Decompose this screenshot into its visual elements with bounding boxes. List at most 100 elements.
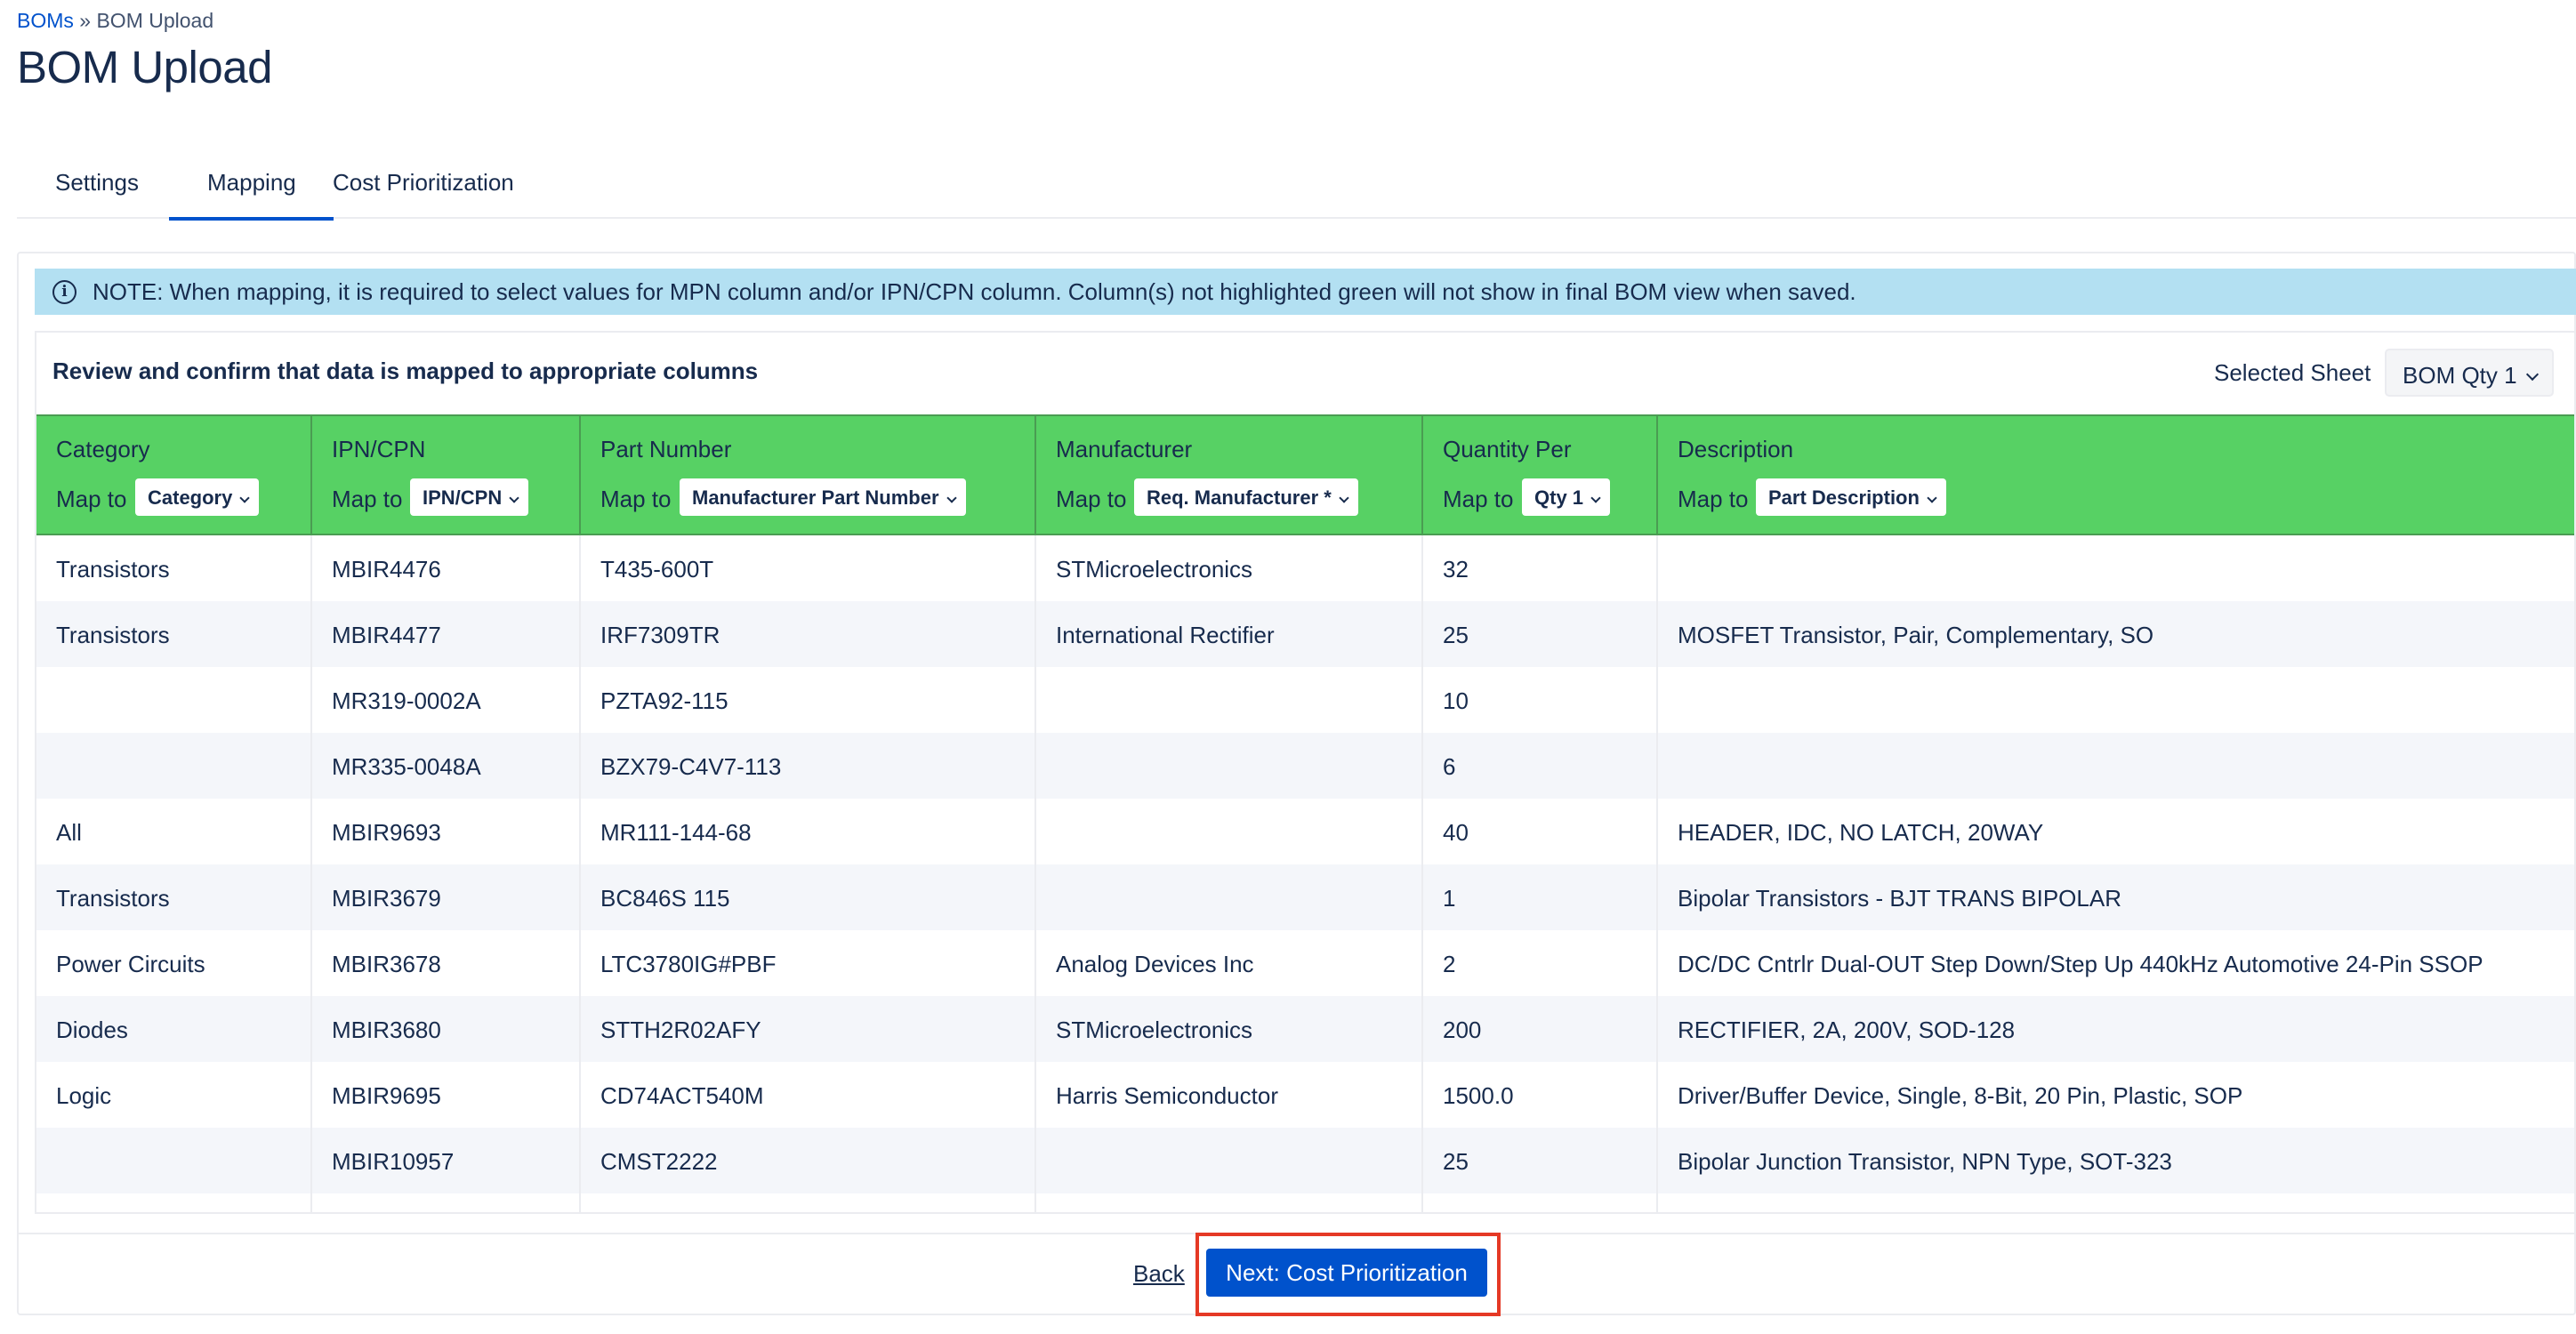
tab-settings[interactable]: Settings [17,149,176,219]
column-name: IPN/CPN [332,436,426,462]
map-to-label: Map to [1678,486,1749,512]
cell-description: DC/DC Cntrlr Dual-OUT Step Down/Step Up … [1678,951,2483,977]
back-link[interactable]: Back [1133,1260,1185,1288]
table-row: MR319-0002A PZTA92-115 10 [36,667,2574,733]
cell-part-number: CD74ACT540M [581,1062,1036,1128]
cell-category [36,667,312,733]
cell-category: All [36,799,312,864]
map-to-value: Category [148,486,233,509]
map-to-dropdown-description[interactable]: Part Description [1756,478,1946,516]
cell-category: Transistors [36,601,312,667]
cell-ipn-cpn: MR335-0048A [312,733,581,799]
map-to-dropdown-category[interactable]: Category [135,478,260,516]
breadcrumb-separator: » [79,9,92,32]
cell-manufacturer: Harris Semiconductor [1036,1062,1423,1128]
cell-category [36,1193,312,1212]
column-header-ipn-cpn: IPN/CPN Map to IPN/CPN [312,416,581,534]
map-to-label: Map to [1056,486,1127,512]
cell-category: Power Circuits [36,930,312,996]
next-cost-prioritization-button[interactable]: Next: Cost Prioritization [1206,1249,1487,1297]
cell-quantity-per: 25 [1423,601,1658,667]
cell-description: Bipolar Junction Transistor, NPN Type, S… [1678,1148,2172,1175]
cell-quantity-per: 200 [1423,996,1658,1062]
tab-bar: Settings Mapping Cost Prioritization [17,149,2576,221]
cell-description: MOSFET Transistor, Pair, Complementary, … [1678,622,2154,648]
cell-ipn-cpn: MBIR4477 [312,601,581,667]
cell-description [1658,667,2574,733]
map-to-label: Map to [56,486,127,512]
cell-quantity-per: 1 [1423,864,1658,930]
column-name: Category [56,436,150,462]
table-row: Transistors MBIR3679 BC846S 115 1 Bipolar Tr… [36,864,2574,930]
cell-quantity-per: 25 [1423,1128,1658,1193]
map-to-dropdown-ipn-cpn[interactable]: IPN/CPN [410,478,529,516]
map-to-dropdown-quantity-per[interactable]: Qty 1 [1522,478,1611,516]
cell-ipn-cpn: MBIR3680 [312,996,581,1062]
breadcrumb-link-boms[interactable]: BOMs [17,9,74,32]
table-row: Diodes MBIR3680 STTH2R02AFY STMicroelectron… [36,996,2574,1062]
breadcrumb-current: BOM Upload [96,9,214,32]
cell-quantity-per: 1500.0 [1423,1062,1658,1128]
cell-description [1658,535,2574,601]
selected-sheet-value: BOM Qty 1 [2403,362,2517,389]
table-row: Logic MBIR9695 CD74ACT540M Harris Semicondu… [36,1062,2574,1128]
note-banner: i NOTE: When mapping, it is required to … [35,269,2576,315]
cell-manufacturer [1036,667,1423,733]
mapping-table-container: Review and confirm that data is mapped t… [35,331,2576,1214]
column-name: Manufacturer [1056,436,1193,462]
note-text: NOTE: When mapping, it is required to se… [93,277,1856,305]
cell-ipn-cpn: MBIR3679 [312,864,581,930]
cell-description [1658,1193,2574,1212]
cell-manufacturer [1036,1193,1423,1212]
cell-quantity-per [1423,1193,1658,1212]
map-to-value: Part Description [1768,486,1920,509]
cell-part-number: LTC3780IG#PBF [581,930,1036,996]
table-header: Category Map to Category IPN/CPN Map to … [36,414,2574,535]
cell-manufacturer: International Rectifier [1036,601,1423,667]
table-row: Power Circuits MBIR3678 LTC3780IG#PBF Analo… [36,930,2574,996]
cell-description: HEADER, IDC, NO LATCH, 20WAY [1678,819,2044,846]
map-to-value: Req. Manufacturer * [1147,486,1332,509]
column-header-description: Description Map to Part Description [1658,416,2574,534]
map-to-dropdown-manufacturer[interactable]: Req. Manufacturer * [1134,478,1358,516]
map-to-value: IPN/CPN [423,486,503,509]
table-row: MBIR10957 CMST2222 25 Bipolar Junction Tran… [36,1128,2574,1193]
column-name: Description [1678,436,1794,462]
map-to-value: Manufacturer Part Number [692,486,939,509]
cell-part-number: BC846S 115 [581,864,1036,930]
cell-description: Driver/Buffer Device, Single, 8-Bit, 20 … [1678,1082,2243,1109]
review-heading: Review and confirm that data is mapped t… [52,358,759,384]
cell-part-number: MR111-144-68 [581,799,1036,864]
cell-ipn-cpn: MBIR3678 [312,930,581,996]
page-title: BOM Upload [17,42,272,92]
chevron-down-icon [1927,493,1937,503]
map-to-dropdown-part-number[interactable]: Manufacturer Part Number [680,478,966,516]
table-row: All MBIR9693 MR111-144-68 40 HEADER, IDC, NO… [36,799,2574,864]
table-row-partial [36,1193,2574,1212]
cell-description: RECTIFIER, 2A, 200V, SOD-128 [1678,1017,2016,1043]
column-header-part-number: Part Number Map to Manufacturer Part Num… [581,416,1036,534]
table-row: Transistors MBIR4477 IRF7309TR Internationa… [36,601,2574,667]
cell-manufacturer [1036,799,1423,864]
chevron-down-icon [946,493,957,503]
cell-manufacturer [1036,733,1423,799]
cell-category: Diodes [36,996,312,1062]
cell-category: Logic [36,1062,312,1128]
selected-sheet-dropdown[interactable]: BOM Qty 1 [2385,349,2554,397]
cell-category [36,1128,312,1193]
cell-ipn-cpn: MBIR4476 [312,535,581,601]
cell-category: Transistors [36,535,312,601]
info-icon: i [52,279,76,304]
cell-manufacturer [1036,1128,1423,1193]
map-to-label: Map to [332,486,403,512]
cell-part-number: CMST2222 [581,1128,1036,1193]
cell-manufacturer: STMicroelectronics [1036,996,1423,1062]
cell-description [1658,733,2574,799]
column-header-category: Category Map to Category [36,416,312,534]
chevron-down-icon [1590,493,1601,503]
cell-part-number: STTH2R02AFY [581,996,1036,1062]
column-header-manufacturer: Manufacturer Map to Req. Manufacturer * [1036,416,1423,534]
tab-cost-prioritization[interactable]: Cost Prioritization [294,149,551,219]
cell-ipn-cpn: MBIR9695 [312,1062,581,1128]
cell-ipn-cpn [312,1193,581,1212]
